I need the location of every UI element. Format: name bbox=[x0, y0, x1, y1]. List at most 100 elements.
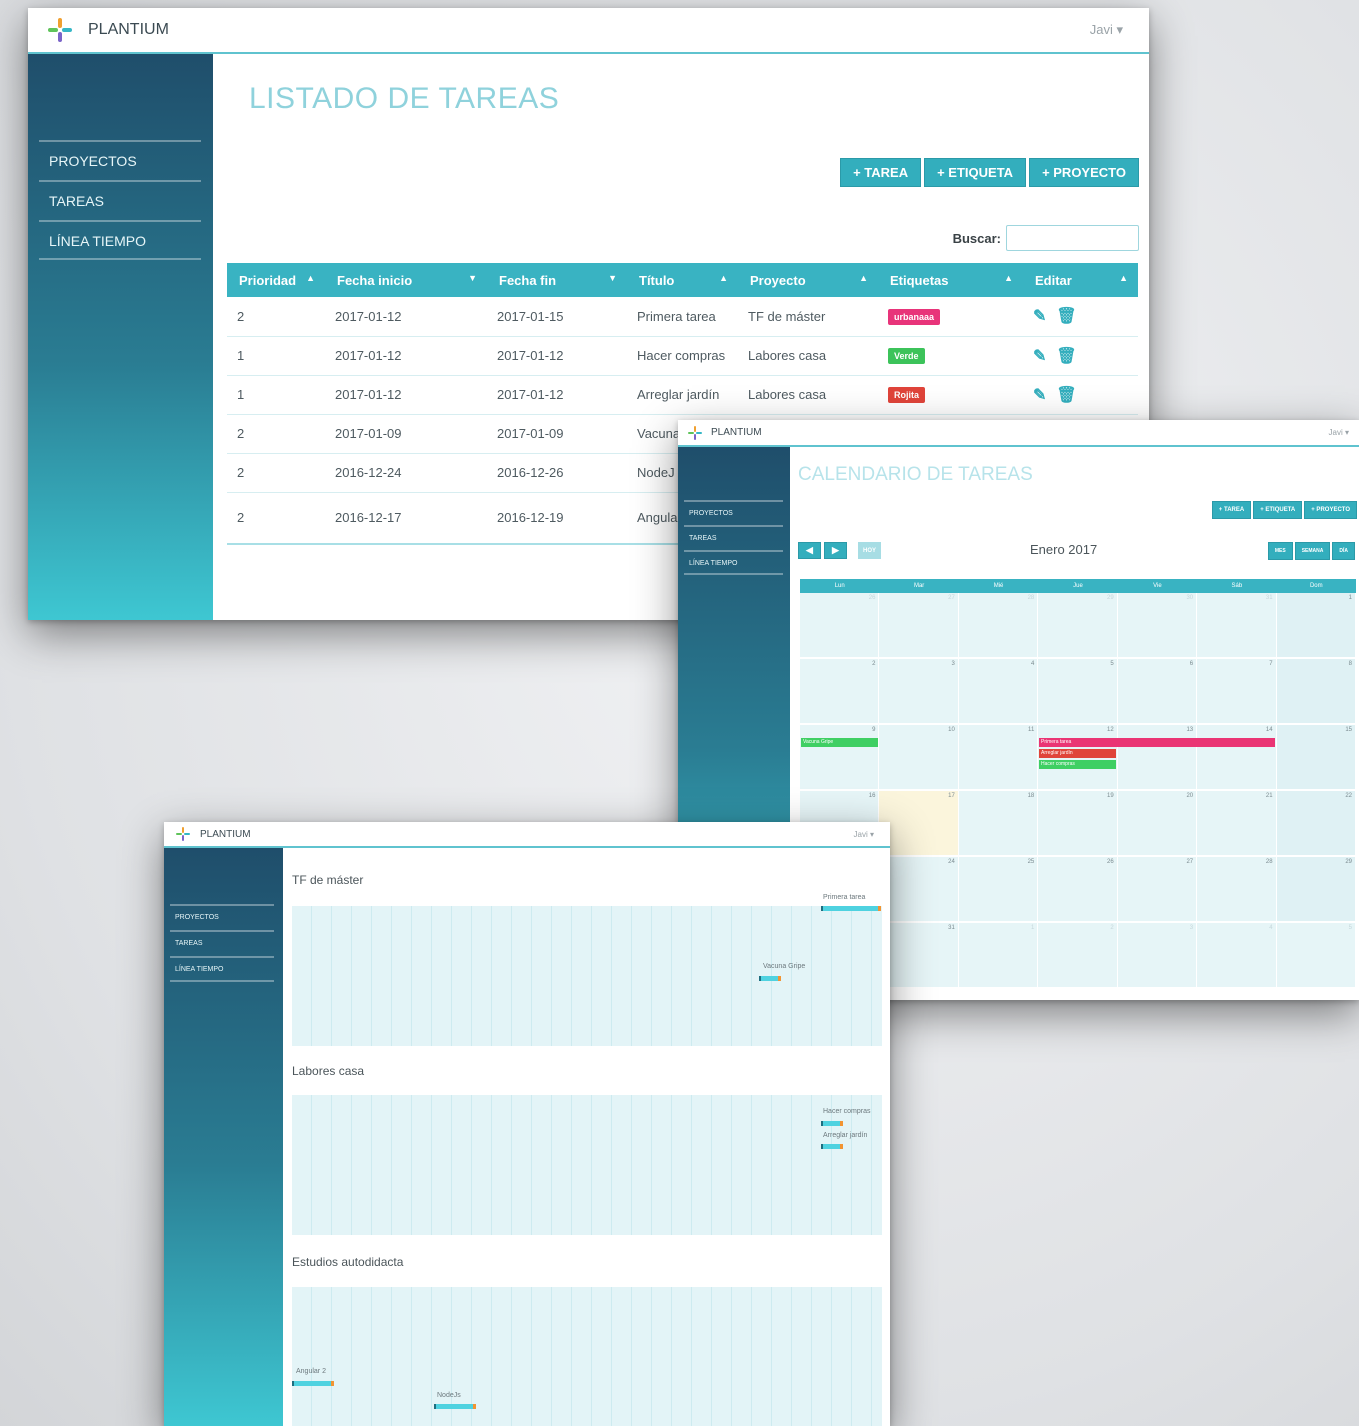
calendar-day-cell[interactable]: 25 bbox=[958, 857, 1039, 923]
calendar-day-cell[interactable]: 9 bbox=[800, 725, 880, 791]
calendar-day-cell[interactable]: 4 bbox=[958, 659, 1039, 725]
calendar-day-cell[interactable]: 28 bbox=[958, 593, 1039, 659]
sidebar-item-tasks[interactable]: TAREAS bbox=[170, 930, 274, 956]
calendar-day-cell[interactable]: 30 bbox=[1117, 593, 1198, 659]
calendar-day-cell[interactable]: 26 bbox=[1038, 857, 1118, 923]
edit-icon[interactable]: ✎ bbox=[1033, 346, 1046, 366]
column-header-start-date[interactable]: Fecha inicio ▼ bbox=[325, 263, 487, 297]
calendar-day-cell[interactable]: 12 bbox=[1038, 725, 1118, 791]
task-bar[interactable] bbox=[434, 1404, 476, 1409]
today-button[interactable]: hoy bbox=[858, 542, 881, 559]
calendar-day-cell[interactable]: 31 bbox=[879, 923, 959, 989]
sidebar-item-tasks[interactable]: TAREAS bbox=[684, 525, 783, 550]
column-header-tags[interactable]: Etiquetas ▲ bbox=[878, 263, 1023, 297]
calendar-day-cell[interactable]: 3 bbox=[879, 659, 959, 725]
brand[interactable]: PLANTIUM bbox=[48, 18, 169, 42]
calendar-day-cell[interactable]: 29 bbox=[1276, 857, 1356, 923]
day-number: 3 bbox=[951, 661, 955, 667]
sidebar-item-projects[interactable]: PROYECTOS bbox=[684, 500, 783, 525]
sidebar-item-tasks[interactable]: TAREAS bbox=[39, 180, 201, 220]
user-menu[interactable]: Javi ▾ bbox=[1329, 428, 1349, 437]
calendar-event[interactable]: Vacuna Gripe bbox=[801, 738, 878, 747]
task-bar[interactable] bbox=[821, 906, 881, 911]
calendar-day-cell[interactable]: 1 bbox=[1276, 593, 1356, 659]
edit-icon[interactable]: ✎ bbox=[1033, 306, 1046, 326]
calendar-day-cell[interactable]: 1 bbox=[958, 923, 1039, 989]
calendar-day-cell[interactable]: 17 bbox=[879, 791, 959, 857]
trash-icon[interactable]: 🗑 bbox=[1056, 306, 1076, 326]
weekday-header: Vie bbox=[1153, 583, 1162, 589]
calendar-day-cell[interactable]: 7 bbox=[1197, 659, 1277, 725]
calendar-event[interactable]: Arreglar jardín bbox=[1039, 749, 1116, 758]
calendar-day-cell[interactable]: 13 bbox=[1117, 725, 1198, 791]
calendar-day-cell[interactable]: 3 bbox=[1117, 923, 1198, 989]
trash-icon[interactable]: 🗑 bbox=[1056, 346, 1076, 366]
prev-month-button[interactable]: ◀ bbox=[798, 542, 821, 559]
calendar-day-cell[interactable]: 15 bbox=[1276, 725, 1356, 791]
calendar-day-cell[interactable]: 31 bbox=[1197, 593, 1277, 659]
calendar-day-cell[interactable]: 27 bbox=[1117, 857, 1198, 923]
top-navbar: PLANTIUM Javi ▾ bbox=[28, 8, 1149, 54]
sidebar-item-timeline[interactable]: LÍNEA TIEMPO bbox=[684, 550, 783, 575]
sidebar-item-timeline[interactable]: LÍNEA TIEMPO bbox=[39, 220, 201, 260]
tag-badge[interactable]: Verde bbox=[888, 348, 925, 364]
task-bar[interactable] bbox=[821, 1121, 843, 1126]
tag-badge[interactable]: urbanaaa bbox=[888, 308, 941, 325]
calendar-day-cell[interactable]: 4 bbox=[1197, 923, 1277, 989]
edit-icon[interactable]: ✎ bbox=[1033, 385, 1046, 405]
calendar-day-cell[interactable]: 14 bbox=[1197, 725, 1277, 791]
column-header-edit[interactable]: Editar ▲ bbox=[1023, 263, 1138, 297]
calendar-day-cell[interactable]: 18 bbox=[958, 791, 1039, 857]
search-input[interactable] bbox=[1006, 225, 1139, 251]
task-bar[interactable] bbox=[759, 976, 781, 981]
add-tag-button[interactable]: + ETIQUETA bbox=[924, 158, 1027, 187]
add-project-button[interactable]: + PROYECTO bbox=[1304, 501, 1357, 519]
brand[interactable]: PLANTIUM bbox=[176, 827, 251, 841]
cell-end-date: 2017-01-09 bbox=[487, 414, 627, 454]
view-day-button[interactable]: DÍA bbox=[1332, 542, 1355, 560]
calendar-day-cell[interactable]: 5 bbox=[1276, 923, 1356, 989]
add-task-button[interactable]: + TAREA bbox=[840, 158, 922, 187]
calendar-day-cell[interactable]: 5 bbox=[1038, 659, 1118, 725]
view-month-button[interactable]: MES bbox=[1267, 542, 1293, 560]
calendar-day-cell[interactable]: 29 bbox=[1038, 593, 1118, 659]
sidebar-item-projects[interactable]: PROYECTOS bbox=[170, 904, 274, 930]
sidebar-item-timeline[interactable]: LÍNEA TIEMPO bbox=[170, 956, 274, 982]
cell-end-date: 2017-01-15 bbox=[487, 297, 627, 337]
trash-icon[interactable]: 🗑 bbox=[1056, 385, 1076, 405]
add-task-button[interactable]: + TAREA bbox=[1211, 501, 1252, 519]
column-header-end-date[interactable]: Fecha fin ▼ bbox=[487, 263, 627, 297]
calendar-event[interactable]: Hacer compras bbox=[1039, 760, 1116, 769]
calendar-day-cell[interactable]: 6 bbox=[1117, 659, 1198, 725]
calendar-day-cell[interactable]: 10 bbox=[879, 725, 959, 791]
calendar-day-cell[interactable]: 11 bbox=[958, 725, 1039, 791]
calendar-day-cell[interactable]: 26 bbox=[800, 593, 880, 659]
calendar-day-cell[interactable]: 24 bbox=[879, 857, 959, 923]
task-bar[interactable] bbox=[292, 1381, 334, 1386]
sidebar-item-projects[interactable]: PROYECTOS bbox=[39, 140, 201, 180]
user-menu[interactable]: Javi ▾ bbox=[1090, 22, 1123, 38]
calendar-event[interactable]: Primera tarea bbox=[1039, 738, 1275, 747]
brand[interactable]: PLANTIUM bbox=[688, 425, 762, 440]
user-menu[interactable]: Javi ▾ bbox=[854, 830, 874, 839]
day-number: 20 bbox=[1186, 793, 1194, 799]
next-month-button[interactable]: ▶ bbox=[824, 542, 847, 559]
calendar-day-cell[interactable]: 8 bbox=[1276, 659, 1356, 725]
view-week-button[interactable]: SEMANA bbox=[1294, 542, 1331, 560]
calendar-day-cell[interactable]: 27 bbox=[879, 593, 959, 659]
calendar-day-cell[interactable]: 21 bbox=[1197, 791, 1277, 857]
task-bar[interactable] bbox=[821, 1144, 843, 1149]
tag-badge[interactable]: Rojita bbox=[888, 387, 926, 403]
calendar-day-cell[interactable]: 28 bbox=[1197, 857, 1277, 923]
column-header-priority[interactable]: Prioridad ▲ bbox=[227, 263, 325, 297]
calendar-day-cell[interactable]: 2 bbox=[1038, 923, 1118, 989]
calendar-day-cell[interactable]: 20 bbox=[1117, 791, 1198, 857]
column-header-title[interactable]: Título ▲ bbox=[627, 263, 738, 297]
column-header-project[interactable]: Proyecto ▲ bbox=[738, 263, 878, 297]
calendar-day-cell[interactable]: 19 bbox=[1038, 791, 1118, 857]
calendar-day-cell[interactable]: 22 bbox=[1276, 791, 1356, 857]
add-tag-button[interactable]: + ETIQUETA bbox=[1253, 501, 1303, 519]
timeline-band: Hacer compras Arreglar jardín bbox=[292, 1095, 882, 1235]
calendar-day-cell[interactable]: 2 bbox=[800, 659, 880, 725]
add-project-button[interactable]: + PROYECTO bbox=[1029, 158, 1139, 187]
